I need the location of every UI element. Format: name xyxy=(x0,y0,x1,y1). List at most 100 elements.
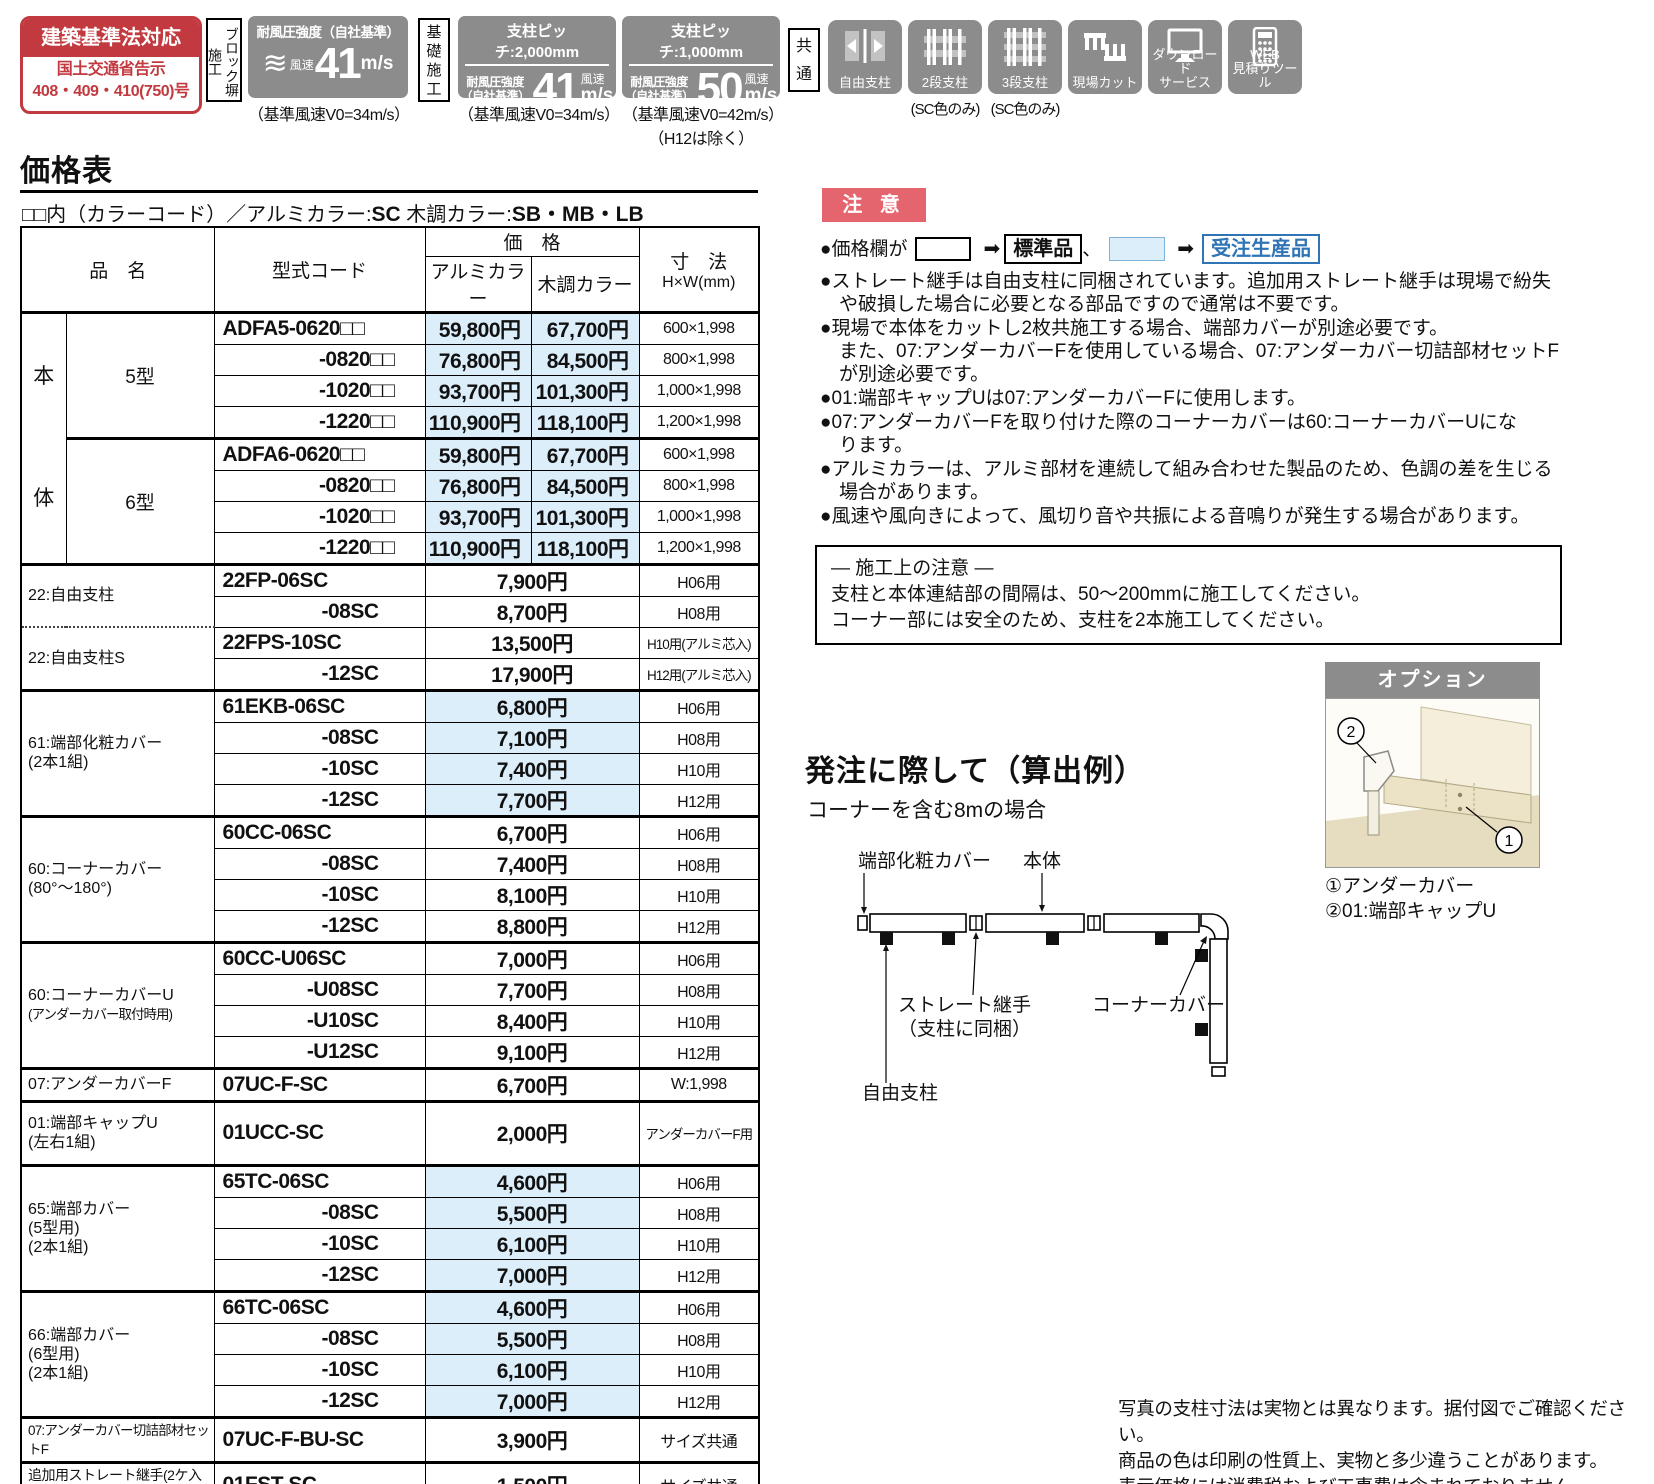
model-code: -1020□□ xyxy=(214,375,425,406)
order-example-title: 発注に際して（算出例） xyxy=(805,746,1145,790)
price-wood: 84,500円 xyxy=(531,344,639,375)
wind3-pitch: 支柱ピッチ:1,000mm xyxy=(629,16,773,66)
price: 7,100円 xyxy=(425,722,639,753)
item-name: 07:アンダーカバーF xyxy=(21,1068,214,1101)
model-code: 22FPS-10SC xyxy=(214,627,425,658)
header-size: 寸 法H×W(mm) xyxy=(639,227,759,312)
model-code: 07UC-F-BU-SC xyxy=(214,1417,425,1462)
model-code: ADFA5-0620□□ xyxy=(214,312,425,344)
model-code: -U12SC xyxy=(214,1036,425,1068)
size: 600×1,998 xyxy=(639,312,759,344)
model-code: -U08SC xyxy=(214,974,425,1005)
size: 600×1,998 xyxy=(639,438,759,470)
standard-product-tag: 標準品 xyxy=(1004,234,1082,264)
size: H06用 xyxy=(639,1165,759,1197)
item-name: 01:端部キャップU(左右1組) xyxy=(21,1101,214,1165)
diagram-label-joint2: （支柱に同梱） xyxy=(898,1018,1031,1040)
size: H08用 xyxy=(639,848,759,879)
tile-download-service: ダウンロード サービス xyxy=(1148,20,1222,94)
price: 7,400円 xyxy=(425,848,639,879)
item-name: 65:端部カバー(5型用)(2本1組) xyxy=(21,1165,214,1291)
table-row: 07:アンダーカバーF 07UC-F-SC6,700円W:1,998 xyxy=(21,1068,759,1101)
type-6: 6型 xyxy=(66,438,214,564)
price-alumi: 110,900円 xyxy=(425,406,531,438)
notice-item: ●現場で本体をカットし2枚共施工する場合、端部カバーが別途必要です。 また、07… xyxy=(820,317,1654,386)
size: H08用 xyxy=(639,722,759,753)
notice-item: ●07:アンダーカバーFを取り付けた際のコーナーカバーは60:コーナーカバーUに… xyxy=(820,411,1654,457)
price-alumi: 93,700円 xyxy=(425,501,531,532)
price: 8,100円 xyxy=(425,879,639,910)
law-notice-line1: 国土交通省告示 xyxy=(23,59,199,81)
size: H06用 xyxy=(639,942,759,974)
field-cut-icon xyxy=(1083,27,1127,72)
size: H06用 xyxy=(639,690,759,722)
item-name: 追加用ストレート継手(2ケ入り) xyxy=(21,1462,214,1484)
notice-item: ●アルミカラーは、アルミ部材を連続して組み合わせた製品のため、色調の差を生じる … xyxy=(820,458,1654,504)
price: 7,700円 xyxy=(425,784,639,816)
price-alumi: 76,800円 xyxy=(425,470,531,501)
price: 7,900円 xyxy=(425,564,639,596)
notice-badge: 注 意 xyxy=(822,188,926,222)
header-code: 型式コード xyxy=(214,227,425,312)
table-row: 追加用ストレート継手(2ケ入り) 01FST-SC1,500円サイズ共通 xyxy=(21,1462,759,1484)
price: 3,900円 xyxy=(425,1417,639,1462)
price: 6,100円 xyxy=(425,1354,639,1385)
model-code: 01UCC-SC xyxy=(214,1101,425,1165)
standard-price-swatch xyxy=(915,237,971,261)
wind-pressure-badge-41: 耐風圧強度（自社基準） ≋ 風速 41 m/s xyxy=(248,16,408,98)
tile-2-rail-caption: (SC色のみ) xyxy=(905,98,985,119)
price: 6,100円 xyxy=(425,1228,639,1259)
size: 1,000×1,998 xyxy=(639,375,759,406)
price: 7,400円 xyxy=(425,753,639,784)
size: H10用(アルミ芯入) xyxy=(639,627,759,658)
price: 4,600円 xyxy=(425,1291,639,1323)
table-row: 66:端部カバー(6型用)(2本1組) 66TC-06SC4,600円H06用 xyxy=(21,1291,759,1323)
tile-web-estimate-label: WEB 見積りツール xyxy=(1228,48,1302,90)
table-row: 65:端部カバー(5型用)(2本1組) 65TC-06SC4,600円H06用 xyxy=(21,1165,759,1197)
tile-3-rail-post-label: 3段支柱 xyxy=(988,76,1062,90)
table-row: 07:アンダーカバー切詰部材セットF 07UC-F-BU-SC3,900円サイズ… xyxy=(21,1417,759,1462)
svg-text:1: 1 xyxy=(1505,833,1514,850)
3-rail-post-icon xyxy=(1003,27,1047,72)
header-wood-color: 木調カラー xyxy=(531,256,639,312)
header-item: 品 名 xyxy=(21,227,214,312)
made-to-order-swatch xyxy=(1109,237,1165,261)
model-code: -12SC xyxy=(214,910,425,942)
wind-pressure-badge-pitch1000: 支柱ピッチ:1,000mm 耐風圧強度 （自社基準） 50 風速 m/s xyxy=(622,16,780,98)
size: サイズ共通 xyxy=(639,1462,759,1484)
size: H06用 xyxy=(639,1291,759,1323)
price: 9,100円 xyxy=(425,1036,639,1068)
wind3-label1: 耐風圧強度 xyxy=(630,75,688,89)
table-row: 本 体 5型 ADFA5-0620□□ 59,800円 67,700円 600×… xyxy=(21,312,759,344)
table-row: 22:自由支柱S 22FPS-10SC13,500円H10用(アルミ芯入) xyxy=(21,627,759,658)
catalog-page: 建築基準法対応 国土交通省告示 408・409・410(750)号 ブロック塀 … xyxy=(0,0,1654,1484)
price: 7,000円 xyxy=(425,942,639,974)
size: 800×1,998 xyxy=(639,344,759,375)
model-code: -1220□□ xyxy=(214,532,425,564)
model-code: -12SC xyxy=(214,658,425,690)
size: H08用 xyxy=(639,596,759,627)
price: 2,000円 xyxy=(425,1101,639,1165)
price-alumi: 59,800円 xyxy=(425,438,531,470)
item-name: 22:自由支柱 xyxy=(21,564,214,627)
size: H12用 xyxy=(639,784,759,816)
price-alumi: 76,800円 xyxy=(425,344,531,375)
item-name: 60:コーナーカバー(80°～180°) xyxy=(21,816,214,942)
size: サイズ共通 xyxy=(639,1417,759,1462)
model-code: -10SC xyxy=(214,879,425,910)
wind2-caption: （基準風速V0=34m/s） xyxy=(458,101,616,125)
footer-notes: 写真の支柱寸法は実物とは異なります。据付図でご確認ください。 商品の色は印刷の性… xyxy=(1118,1396,1654,1484)
size: H10用 xyxy=(639,1228,759,1259)
table-row: 60:コーナーカバー(80°～180°) 60CC-06SC6,700円H06用 xyxy=(21,816,759,848)
model-code: -10SC xyxy=(214,1354,425,1385)
size: H10用 xyxy=(639,753,759,784)
tile-download-service-label: ダウンロード サービス xyxy=(1148,48,1222,90)
size: H12用 xyxy=(639,1259,759,1291)
model-code: -1220□□ xyxy=(214,406,425,438)
size: アンダーカバーF用 xyxy=(639,1101,759,1165)
table-row: 61:端部化粧カバー(2本1組) 61EKB-06SC6,800円H06用 xyxy=(21,690,759,722)
item-name: 61:端部化粧カバー(2本1組) xyxy=(21,690,214,816)
diagram-label-joint: ストレート継手 xyxy=(898,994,1031,1016)
model-code: -1020□□ xyxy=(214,501,425,532)
option-header: オプション xyxy=(1325,662,1540,698)
